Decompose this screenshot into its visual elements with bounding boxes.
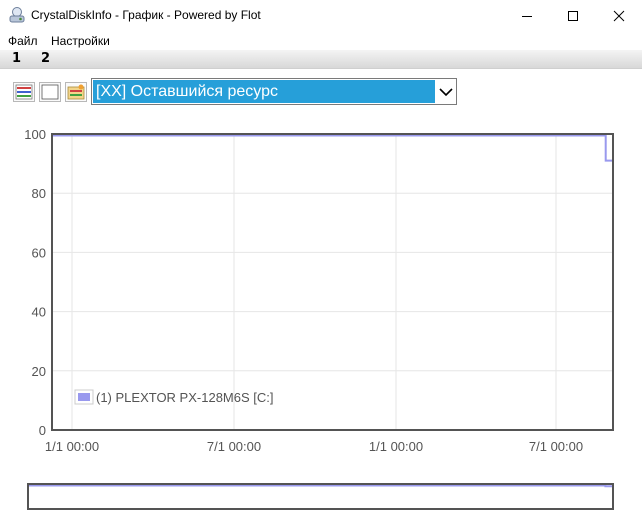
y-tick-label: 80 [32,186,46,201]
y-tick-label: 20 [32,364,46,379]
graph-options-button[interactable] [65,82,87,102]
blank-icon [41,84,59,100]
y-tick-label: 60 [32,245,46,260]
disk-tab-1[interactable]: 1 [12,51,21,66]
close-button[interactable] [596,0,642,31]
x-tick-label: 1/1 00:00 [45,439,99,454]
maximize-button[interactable] [550,0,596,31]
y-axis-ticks: 0 20 40 60 80 100 [24,127,46,438]
graph-toolbar: [XX] Оставшийся ресурс [0,70,642,112]
folder-chart-icon [67,84,85,100]
series-line [52,134,612,162]
attribute-select[interactable]: [XX] Оставшийся ресурс [91,78,457,105]
overview-range-chart[interactable] [0,476,642,516]
overview-series [28,484,612,488]
title-bar: CrystalDiskInfo - График - Powered by Fl… [0,0,642,31]
clear-selection-button[interactable] [39,82,61,102]
legend-label: (1) PLEXTOR PX-128M6S [C:] [96,390,274,405]
y-tick-label: 0 [39,423,46,438]
window-title: CrystalDiskInfo - График - Powered by Fl… [31,8,261,22]
chart-grid [52,133,613,431]
menu-file[interactable]: Файл [8,34,38,48]
x-axis-ticks: 1/1 00:00 7/1 00:00 1/1 00:00 7/1 00:00 [45,439,583,454]
maximize-icon [568,10,578,21]
y-tick-label: 100 [24,127,46,142]
minimize-icon [522,15,532,17]
y-tick-label: 40 [32,305,46,320]
multi-disk-icon [15,84,33,100]
show-all-disks-button[interactable] [13,82,35,102]
overview-border [27,483,614,510]
chart-legend: (1) PLEXTOR PX-128M6S [C:] [74,389,274,405]
chevron-down-icon[interactable] [437,82,455,102]
menu-settings[interactable]: Настройки [51,34,110,48]
x-tick-label: 7/1 00:00 [207,439,261,454]
x-tick-label: 1/1 00:00 [369,439,423,454]
chart-series [51,134,613,162]
disk-tab-2[interactable]: 2 [41,51,50,66]
legend-swatch-fill [78,393,90,401]
minimize-button[interactable] [504,0,550,31]
overview-series-line [28,484,612,488]
attribute-history-chart: 020406080100 1/1 00:00 7/1 00:00 1/1 00:00… [24,127,614,454]
disk-tab-bar: 1 2 [0,50,642,69]
attribute-select-value: [XX] Оставшийся ресурс [93,80,435,103]
menu-bar: Файл Настройки [0,32,642,50]
plot-border [51,133,614,431]
x-tick-label: 7/1 00:00 [529,439,583,454]
close-icon [613,10,625,21]
crystaldiskinfo-app-icon [9,7,25,23]
